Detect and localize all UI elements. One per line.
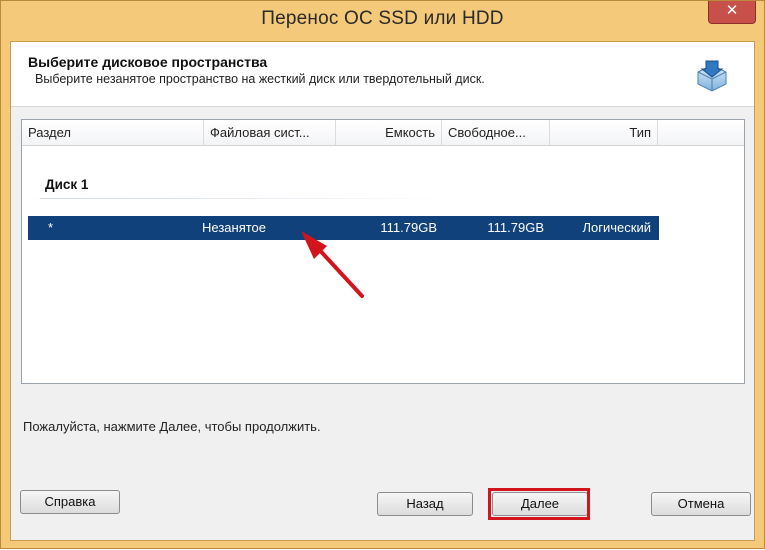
annotation-arrow-icon xyxy=(301,231,364,298)
dialog-window: Перенос ОС SSD или HDD ✕ Выберите дисков… xyxy=(0,0,765,549)
